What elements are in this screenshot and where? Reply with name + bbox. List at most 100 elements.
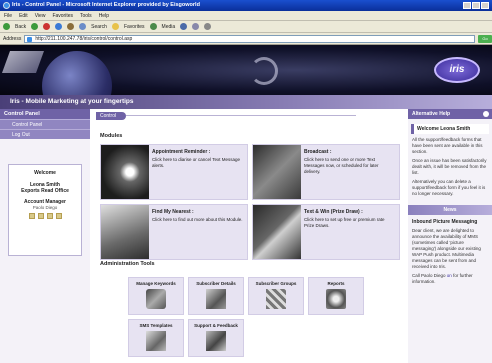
- address-bar: Address http://211.100.247.78/iris/contr…: [0, 33, 492, 45]
- admin-tools-grid: Manage Keywords Subscriber Details Subsc…: [128, 277, 368, 357]
- email-icon[interactable]: [28, 213, 35, 219]
- admin-manage-keywords[interactable]: Manage Keywords: [128, 277, 184, 315]
- menu-help[interactable]: Help: [99, 13, 109, 19]
- menu-view[interactable]: View: [35, 13, 46, 19]
- header-banner: iris: [0, 45, 492, 95]
- mail-icon[interactable]: [192, 23, 200, 30]
- favorites-button[interactable]: Favorites: [124, 24, 145, 30]
- news-header: News: [408, 205, 492, 215]
- module-title[interactable]: Text & Win (Prize Draw) :: [304, 209, 396, 215]
- admin-reports[interactable]: Reports: [308, 277, 364, 315]
- admin-label: Subscriber Groups: [255, 281, 297, 286]
- media-button[interactable]: Media: [162, 24, 176, 30]
- admin-label: Reports: [327, 281, 345, 286]
- tagline-bar: Iris - Mobile Marketing at your fingerti…: [0, 95, 492, 109]
- help-header: Alternative Help: [408, 109, 492, 119]
- module-broadcast[interactable]: Broadcast : Click here to send one or mor…: [252, 144, 400, 200]
- modules-grid: Appointment Reminder : Click here to diar…: [100, 144, 400, 260]
- welcome-title: Welcome: [34, 170, 56, 176]
- support-icon: [206, 331, 226, 351]
- menu-edit[interactable]: Edit: [19, 13, 28, 19]
- ie-logo-icon: [3, 2, 10, 9]
- phone-icon[interactable]: [37, 213, 44, 219]
- refresh-icon[interactable]: [55, 23, 63, 30]
- groups-icon: [266, 289, 286, 309]
- reports-icon: [326, 289, 346, 309]
- admin-sms-templates[interactable]: SMS Templates: [128, 319, 184, 357]
- media-icon[interactable]: [149, 23, 157, 30]
- news-call-link[interactable]: on: [447, 273, 452, 278]
- help-header-label: Alternative Help: [412, 111, 451, 117]
- help-text-3: Alternatively you can delete a support/f…: [412, 179, 486, 196]
- subscriber-icon: [206, 289, 226, 309]
- map-image: [101, 205, 149, 259]
- main-content: Control Modules Appointment Reminder : Cl…: [90, 109, 408, 363]
- admin-subscriber-details[interactable]: Subscriber Details: [188, 277, 244, 315]
- modules-title: Modules: [100, 133, 123, 139]
- maximize-button[interactable]: [472, 2, 480, 9]
- window-title: Iris - Control Panel - Microsoft Interne…: [12, 2, 200, 8]
- menu-bar: File Edit View Favorites Tools Help: [0, 11, 492, 21]
- help-text-1: All the support/feedback forms that have…: [412, 137, 483, 154]
- module-desc: Click here to diarise or cancel Text Mes…: [152, 157, 240, 168]
- news-text: Dear client, we are delighted to announc…: [412, 228, 481, 269]
- back-button[interactable]: Back: [15, 24, 26, 30]
- home-icon[interactable]: [67, 23, 75, 30]
- go-button[interactable]: Go: [478, 34, 492, 43]
- history-icon[interactable]: [180, 23, 188, 30]
- forward-arrow-icon[interactable]: [31, 23, 39, 30]
- help-icon[interactable]: [483, 111, 489, 117]
- account-icons: [9, 213, 81, 219]
- module-title[interactable]: Find My Nearest :: [152, 209, 243, 215]
- module-title[interactable]: Broadcast :: [304, 149, 396, 155]
- module-find-my-nearest[interactable]: Find My Nearest : Click here to find out …: [100, 204, 248, 260]
- admin-label: Support & Feedback: [194, 323, 238, 328]
- admin-subscriber-groups[interactable]: Subscriber Groups: [248, 277, 304, 315]
- company-name: Exports Read Office: [21, 188, 69, 194]
- module-text-and-win[interactable]: Text & Win (Prize Draw) : Click here to s…: [252, 204, 400, 260]
- news-call: Call Paolo Diego on for further informat…: [412, 273, 488, 285]
- right-sidebar: Alternative Help Welcome Leona Smith All…: [408, 109, 492, 363]
- admin-label: SMS Templates: [139, 323, 173, 328]
- stop-icon[interactable]: [43, 23, 51, 30]
- module-title[interactable]: Appointment Reminder :: [152, 149, 244, 155]
- dish-image: [250, 57, 278, 85]
- admin-support-feedback[interactable]: Support & Feedback: [188, 319, 244, 357]
- address-label: Address: [3, 35, 22, 42]
- menu-tools[interactable]: Tools: [80, 13, 92, 19]
- globe-image: [42, 51, 112, 95]
- module-appointment-reminder[interactable]: Appointment Reminder : Click here to diar…: [100, 144, 248, 200]
- minimize-button[interactable]: [463, 2, 471, 9]
- control-tab[interactable]: Control: [96, 112, 356, 120]
- admin-label: Manage Keywords: [136, 281, 176, 286]
- phones-image: [253, 145, 301, 199]
- sms-templates-icon: [146, 331, 166, 351]
- satellite-image: [1, 51, 45, 73]
- module-desc: Click here to find out more about this M…: [152, 217, 243, 222]
- search-button[interactable]: Search: [91, 24, 107, 30]
- news-title: Inbound Picture Messaging: [412, 219, 478, 225]
- print-icon[interactable]: [204, 23, 212, 30]
- contact-icon[interactable]: [46, 213, 53, 219]
- admin-tools-title: Administration Tools: [100, 261, 155, 267]
- news-call-text: Call Paolo Diego: [412, 273, 446, 278]
- profile-icon[interactable]: [55, 213, 62, 219]
- menu-favorites[interactable]: Favorites: [52, 13, 73, 19]
- left-sidebar: Control Panel Control Panel Log Out Welc…: [0, 109, 90, 363]
- module-desc: Click here to send one or more Text Mess…: [304, 157, 379, 174]
- favorites-star-icon[interactable]: [111, 23, 119, 30]
- sidebar-item-log-out[interactable]: Log Out: [0, 129, 90, 139]
- help-welcome: Welcome Leona Smith: [411, 124, 489, 134]
- role-subtitle: Paolo Diego: [32, 205, 58, 210]
- menu-file[interactable]: File: [4, 13, 12, 19]
- sidebar-header: Control Panel: [0, 109, 90, 119]
- window-controls: [463, 2, 489, 9]
- search-icon[interactable]: [79, 23, 87, 30]
- close-button[interactable]: [481, 2, 489, 9]
- clock-image: [101, 145, 149, 199]
- sidebar-item-control-panel[interactable]: Control Panel: [0, 119, 90, 129]
- iris-logo[interactable]: iris: [434, 57, 480, 83]
- address-input[interactable]: http://211.100.247.78/iris/control/contr…: [24, 34, 475, 43]
- admin-label: Subscriber Details: [196, 281, 236, 286]
- back-arrow-icon[interactable]: [3, 23, 10, 30]
